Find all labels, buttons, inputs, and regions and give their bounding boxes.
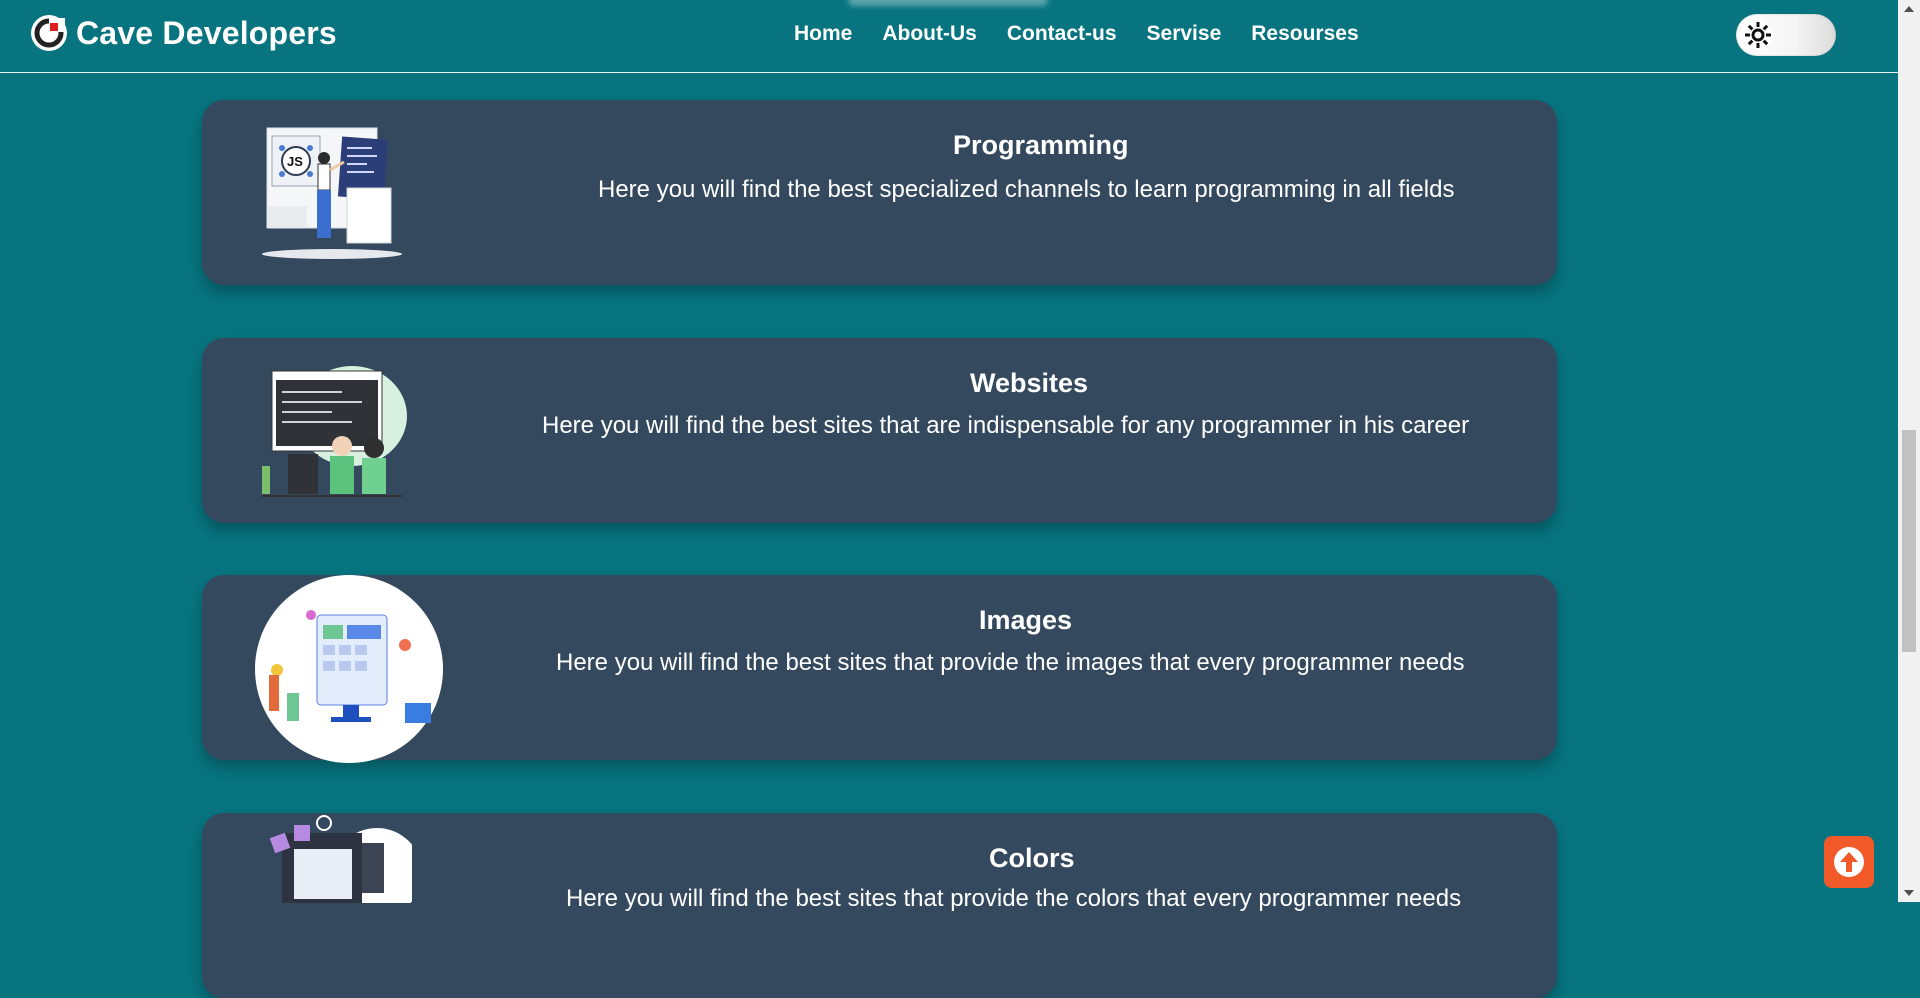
card-description: Here you will find the best sites that p…	[556, 649, 1465, 676]
nav-resources[interactable]: Resourses	[1251, 22, 1358, 46]
websites-illustration	[262, 366, 407, 497]
nav-home[interactable]: Home	[794, 22, 852, 46]
nav-about[interactable]: About-Us	[882, 22, 976, 46]
card-colors[interactable]: Colors Here you will find the best sites…	[202, 813, 1557, 998]
colors-illustration	[269, 815, 412, 903]
logo-icon	[31, 15, 67, 51]
blurred-heading-remnant	[848, 0, 1048, 6]
card-websites[interactable]: Websites Here you will find the best sit…	[202, 338, 1557, 523]
card-title: Images	[979, 605, 1073, 635]
card-title: Colors	[989, 843, 1075, 873]
site-header: Cave Developers Home About-Us Contact-us…	[0, 0, 1898, 73]
brand[interactable]: Cave Developers	[30, 14, 337, 52]
theme-toggle[interactable]	[1736, 14, 1836, 56]
scroll-down-icon[interactable]	[1904, 890, 1914, 896]
card-description: Here you will find the best sites that p…	[566, 885, 1462, 912]
card-title: Websites	[970, 368, 1089, 398]
svg-text:JS: JS	[287, 154, 303, 169]
programming-illustration: JS	[262, 127, 402, 259]
card-description: Here you will find the best sites that a…	[542, 412, 1470, 439]
nav-contact[interactable]: Contact-us	[1007, 22, 1117, 46]
card-description: Here you will find the best specialized …	[598, 176, 1455, 203]
page-scrollbar[interactable]	[1898, 0, 1920, 902]
scrollbar-thumb[interactable]	[1902, 430, 1916, 652]
card-images[interactable]: Images Here you will find the best sites…	[202, 575, 1557, 763]
scroll-up-icon[interactable]	[1904, 6, 1914, 12]
back-to-top-button[interactable]	[1824, 836, 1874, 888]
brand-title: Cave Developers	[76, 14, 337, 51]
arrow-up-circle-icon	[1834, 847, 1864, 877]
card-programming[interactable]: JS Programming Here you will find the be…	[202, 100, 1557, 285]
card-title: Programming	[953, 130, 1129, 160]
main-nav: Home About-Us Contact-us Servise Resours…	[794, 22, 1389, 46]
nav-service[interactable]: Servise	[1147, 22, 1222, 46]
images-illustration	[255, 575, 443, 763]
sun-icon	[1743, 20, 1773, 50]
